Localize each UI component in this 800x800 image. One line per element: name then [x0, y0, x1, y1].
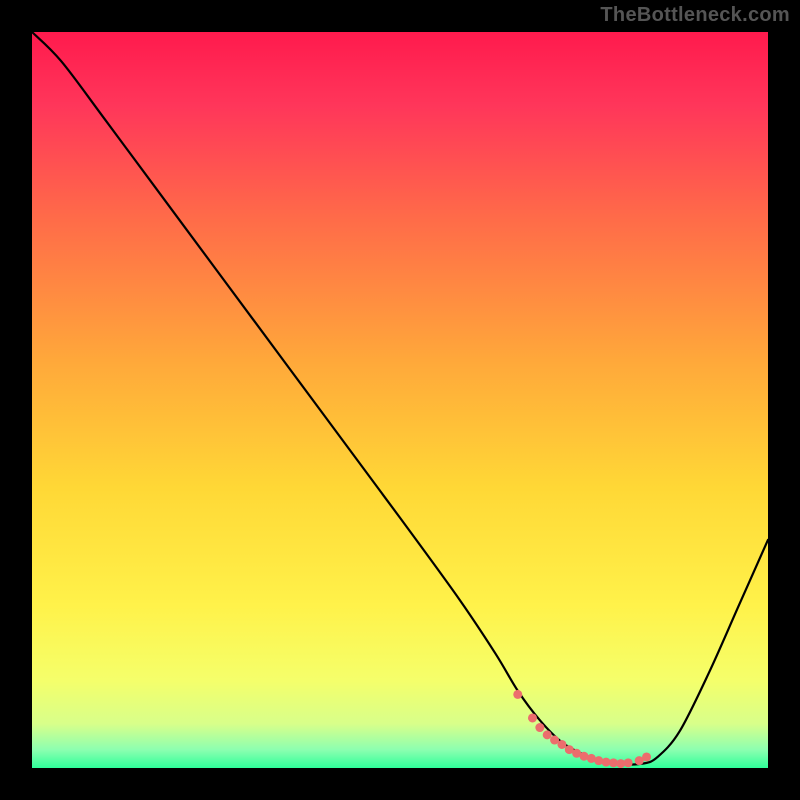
optimal-dot — [535, 723, 544, 732]
optimal-dot — [624, 758, 633, 767]
optimal-dot — [513, 690, 522, 699]
watermark-text: TheBottleneck.com — [600, 4, 790, 27]
optimal-dot — [642, 752, 651, 761]
optimal-dot — [528, 713, 537, 722]
bottleneck-chart-svg — [32, 32, 768, 768]
optimal-dot — [557, 740, 566, 749]
chart-canvas — [32, 32, 768, 768]
optimal-dot — [543, 730, 552, 739]
gradient-background — [32, 32, 768, 768]
